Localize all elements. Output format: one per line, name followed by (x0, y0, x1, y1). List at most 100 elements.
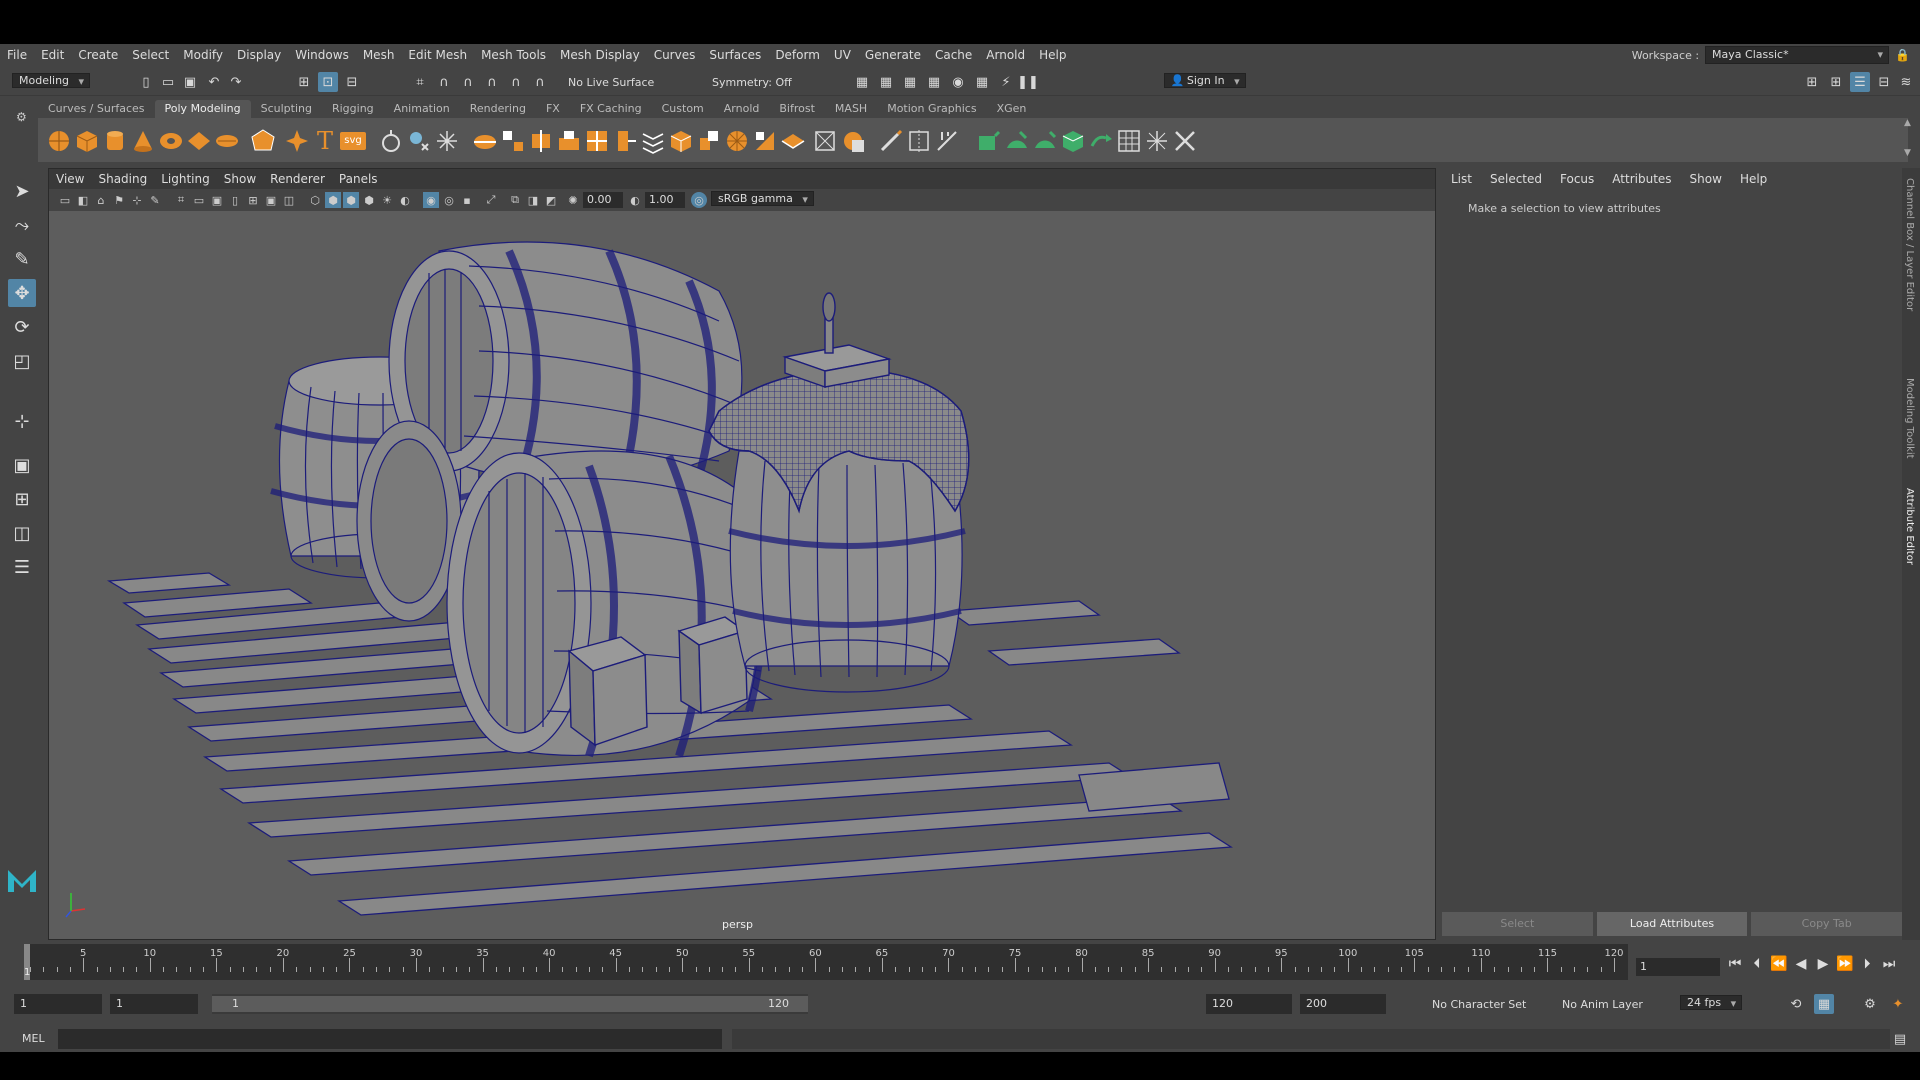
poly-cone-icon[interactable] (130, 128, 156, 154)
menu-help[interactable]: Help (1032, 48, 1073, 62)
xray-icon[interactable]: ◉ (423, 192, 439, 208)
quad-draw-icon[interactable] (1172, 128, 1198, 154)
show-hide-modeling-toolkit-icon[interactable]: ⊞ (1802, 72, 1822, 92)
menu-mesh[interactable]: Mesh (356, 48, 402, 62)
ipr-render-icon[interactable]: ▦ (876, 72, 896, 92)
ambient-occlusion-icon[interactable]: ◨ (525, 192, 541, 208)
shelf-tab-bifrost[interactable]: Bifrost (769, 100, 825, 118)
step-back-key-icon[interactable]: ⏪ (1770, 956, 1788, 978)
live-surface-field[interactable]: No Live Surface (568, 76, 654, 89)
workspace-dropdown[interactable]: Maya Classic* (1705, 46, 1890, 64)
smooth-icon[interactable] (434, 128, 460, 154)
ae-menu-selected[interactable]: Selected (1481, 172, 1551, 186)
two-d-pan-zoom-icon[interactable]: ⊹ (129, 192, 145, 208)
shelf-tab-custom[interactable]: Custom (652, 100, 714, 118)
go-to-end-icon[interactable]: ⏭ (1880, 956, 1898, 978)
snap-point-icon[interactable]: ∩ (458, 72, 478, 92)
menu-file[interactable]: File (0, 48, 34, 62)
wireframe-icon[interactable]: ⬡ (307, 192, 323, 208)
append-icon[interactable] (556, 128, 582, 154)
four-view-layout-icon[interactable]: ⊞ (8, 485, 36, 513)
playback-start-field[interactable]: 1 (110, 994, 198, 1014)
menuset-dropdown[interactable]: Modeling (12, 73, 91, 88)
layers-icon[interactable]: ≋ (1896, 72, 1916, 92)
lasso-tool-icon[interactable]: ⤳ (8, 211, 36, 239)
channel-box-tab[interactable]: Channel Box / Layer Editor (1904, 178, 1915, 311)
target-weld-icon[interactable] (640, 128, 666, 154)
render-settings-icon[interactable]: ▦ (900, 72, 920, 92)
safe-action-icon[interactable]: ▣ (263, 192, 279, 208)
animation-preferences-icon[interactable]: ⚙ (1860, 994, 1880, 1014)
new-scene-icon[interactable]: ▯ (136, 72, 156, 92)
type-text-icon[interactable]: T (312, 128, 338, 154)
view-transform-dropdown[interactable]: sRGB gamma (711, 191, 814, 206)
superellipse-icon[interactable] (284, 128, 310, 154)
shelf-options-icon[interactable]: ⚙ (16, 110, 27, 124)
redo-icon[interactable]: ↷ (226, 72, 246, 92)
menu-display[interactable]: Display (230, 48, 288, 62)
poke-icon[interactable] (724, 128, 750, 154)
menu-mesh-tools[interactable]: Mesh Tools (474, 48, 553, 62)
shelf-scroll-up-icon[interactable]: ▲ (1904, 118, 1911, 128)
step-back-frame-icon[interactable]: ⏴ (1748, 956, 1766, 978)
poly-cube-icon[interactable] (74, 128, 100, 154)
paint-select-tool-icon[interactable]: ✎ (8, 245, 36, 273)
extrude-icon[interactable] (472, 128, 498, 154)
play-backwards-icon[interactable]: ◀ (1792, 956, 1810, 978)
xray-components-icon[interactable]: ▪ (459, 192, 475, 208)
menu-mesh-display[interactable]: Mesh Display (553, 48, 647, 62)
anim-layer-dropdown[interactable]: No Anim Layer (1562, 998, 1643, 1011)
playback-options-icon[interactable]: ✦ (1888, 994, 1908, 1014)
fill-hole-icon[interactable] (584, 128, 610, 154)
scale-tool-icon[interactable]: ◰ (8, 347, 36, 375)
shelf-tab-curves-surfaces[interactable]: Curves / Surfaces (38, 100, 155, 118)
ae-menu-help[interactable]: Help (1731, 172, 1776, 186)
lock-icon[interactable]: 🔒 (1895, 48, 1910, 62)
smooth-sculpt-icon[interactable] (1004, 128, 1030, 154)
shelf-tab-xgen[interactable]: XGen (987, 100, 1037, 118)
svg-tool-icon[interactable]: svg (340, 132, 366, 150)
light-editor-icon[interactable]: ▦ (972, 72, 992, 92)
field-chart-icon[interactable]: ⊞ (245, 192, 261, 208)
ae-menu-list[interactable]: List (1442, 172, 1481, 186)
viewport-menu-view[interactable]: View (49, 172, 91, 186)
step-forward-key-icon[interactable]: ⏩ (1836, 956, 1854, 978)
menu-windows[interactable]: Windows (288, 48, 356, 62)
shelf-tab-motion-graphics[interactable]: Motion Graphics (877, 100, 986, 118)
poly-disc-icon[interactable] (214, 128, 240, 154)
copy-tab-button[interactable]: Copy Tab (1751, 912, 1903, 936)
modeling-toolkit-tab[interactable]: Modeling Toolkit (1904, 378, 1915, 459)
script-editor-icon[interactable]: ▤ (1890, 1029, 1910, 1049)
fps-dropdown[interactable]: 24 fps (1680, 995, 1743, 1010)
multisample-icon[interactable]: ⧉ (507, 192, 523, 208)
relax-sculpt-icon[interactable] (1032, 128, 1058, 154)
snap-vertex-icon[interactable]: ∩ (530, 72, 550, 92)
exposure-field[interactable]: 0.00 (583, 192, 623, 208)
arnold-render-icon[interactable]: ⚡ (996, 72, 1016, 92)
playback-end-field[interactable]: 120 (1206, 994, 1292, 1014)
show-hide-channel-box-icon[interactable]: ⊟ (1874, 72, 1894, 92)
outliner-layout-icon[interactable]: ☰ (8, 553, 36, 581)
mirror-icon[interactable] (1088, 128, 1114, 154)
poly-sphere-icon[interactable] (46, 128, 72, 154)
select-button[interactable]: Select (1442, 912, 1593, 936)
ae-menu-show[interactable]: Show (1681, 172, 1731, 186)
menu-uv[interactable]: UV (827, 48, 858, 62)
snap-curve-icon[interactable]: ∩ (434, 72, 454, 92)
last-tool-icon[interactable]: ⊹ (8, 407, 36, 435)
menu-surfaces[interactable]: Surfaces (702, 48, 768, 62)
textured-icon[interactable]: ⬢ (361, 192, 377, 208)
go-to-start-icon[interactable]: ⏮ (1726, 956, 1744, 978)
select-object-icon[interactable]: ⊡ (318, 72, 338, 92)
shelf-tab-rigging[interactable]: Rigging (322, 100, 384, 118)
time-slider[interactable]: 5 10 15 20 25 30 35 40 45 50 55 60 65 70 75 80 85 90 95 100… (24, 944, 1628, 984)
select-camera-icon[interactable]: ▭ (57, 192, 73, 208)
grid-icon[interactable]: ⌗ (173, 192, 189, 208)
resolution-gate-icon[interactable]: ▣ (209, 192, 225, 208)
attribute-editor-tab[interactable]: Attribute Editor (1904, 488, 1915, 565)
smooth-shade-icon[interactable]: ⬢ (325, 192, 341, 208)
load-attributes-button[interactable]: Load Attributes (1596, 912, 1748, 936)
automatic-mapping-icon[interactable] (840, 128, 866, 154)
uv-editor-icon[interactable] (1116, 128, 1142, 154)
isolate-select-icon[interactable]: ⤢ (483, 192, 499, 208)
